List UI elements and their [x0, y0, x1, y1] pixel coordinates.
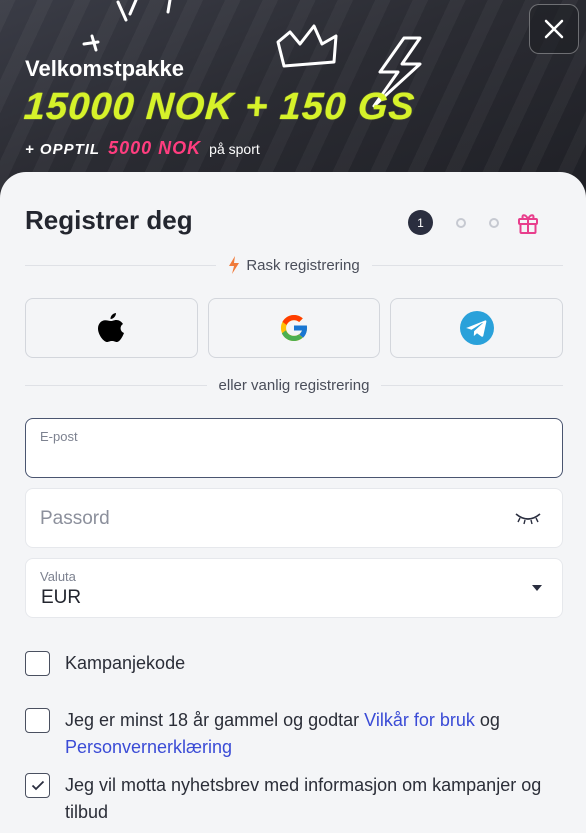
close-button[interactable]: [529, 4, 579, 54]
quick-registration-divider: Rask registrering: [25, 256, 563, 274]
currency-select[interactable]: Valuta EUR: [25, 558, 563, 618]
checkmark-icon: [31, 780, 44, 791]
banner-title: Velkomstpakke: [25, 56, 184, 81]
divider-line: [25, 385, 207, 386]
banner-bonus-amount: 15000 NOK + 150 GS: [22, 86, 417, 128]
step-current: 1: [408, 210, 433, 235]
welcome-banner: Velkomstpakke 15000 NOK + 150 GS + OPPTI…: [0, 0, 586, 190]
promo-code-label: Kampanjekode: [65, 653, 186, 673]
email-input[interactable]: [40, 443, 510, 463]
terms-text: Jeg er minst 18 år gammel og godtar Vilk…: [65, 707, 563, 761]
password-field[interactable]: Passord: [25, 488, 563, 548]
telegram-icon: [459, 311, 494, 345]
terms-of-use-link[interactable]: Vilkår for bruk: [364, 710, 475, 730]
terms-row: Jeg er minst 18 år gammel og godtar Vilk…: [25, 707, 563, 761]
social-login-row: [25, 298, 564, 358]
currency-label: Valuta: [40, 569, 76, 584]
banner-sport-bonus: + OPPTIL 5000 NOK på sport: [25, 138, 260, 159]
step-indicator: 1: [408, 210, 539, 235]
currency-value: EUR: [41, 587, 82, 608]
terms-and: og: [479, 710, 500, 730]
newsletter-label: Jeg vil motta nyhetsbrev med informasjon…: [65, 775, 542, 822]
eye-closed-icon[interactable]: [514, 511, 542, 525]
divider-line: [381, 385, 563, 386]
newsletter-row: Jeg vil motta nyhetsbrev med informasjon…: [25, 772, 563, 826]
step-dot-3: [489, 217, 499, 228]
privacy-policy-link[interactable]: Personvernerklæring: [65, 737, 232, 757]
caret-down-icon: [532, 585, 542, 591]
banner-extra-amount: 5000 NOK: [108, 138, 202, 158]
lightning-icon: [229, 256, 240, 274]
registration-card: Registrer deg 1 Rask registrering eller …: [0, 172, 586, 833]
terms-checkbox[interactable]: [25, 708, 50, 733]
divider-line: [371, 264, 563, 266]
apple-login-button[interactable]: [25, 298, 198, 358]
page-title: Registrer deg: [25, 205, 193, 235]
email-field[interactable]: E-post: [25, 418, 563, 478]
telegram-login-button[interactable]: [390, 298, 564, 358]
promo-code-checkbox[interactable]: [25, 651, 50, 676]
promo-code-row: Kampanjekode: [25, 650, 185, 677]
quick-registration-label: Rask registrering: [246, 256, 360, 274]
terms-prefix: Jeg er minst 18 år gammel og godtar: [65, 710, 360, 730]
banner-extra-suffix: på sport: [209, 141, 260, 157]
regular-registration-label: eller vanlig registrering: [218, 377, 370, 394]
step-dot-2: [456, 217, 466, 228]
gift-icon: [518, 213, 538, 234]
password-placeholder: Passord: [40, 508, 110, 529]
email-label: E-post: [40, 429, 78, 444]
apple-icon: [98, 313, 125, 342]
banner-extra-prefix: + OPPTIL: [25, 141, 101, 158]
google-login-button[interactable]: [207, 298, 381, 358]
regular-registration-divider: eller vanlig registrering: [25, 377, 563, 394]
close-icon: [544, 19, 564, 39]
google-icon: [280, 314, 308, 342]
divider-line: [25, 264, 217, 266]
newsletter-checkbox[interactable]: [25, 773, 50, 798]
